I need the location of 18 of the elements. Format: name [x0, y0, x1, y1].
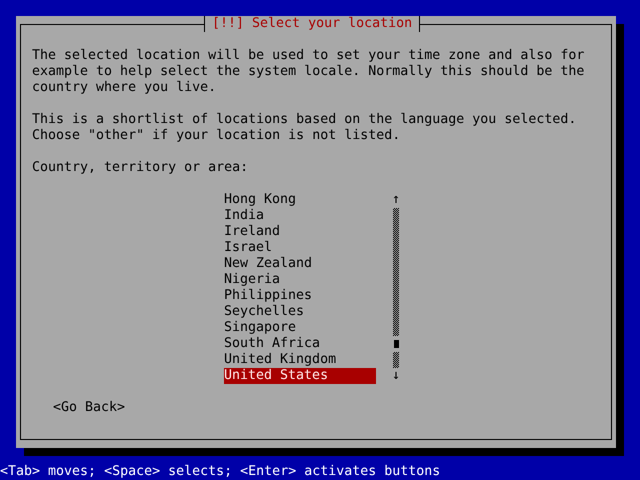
country-item[interactable]: Seychelles [224, 304, 376, 320]
description-text: This is a shortlist of locations based on the language you selected. Choose "other" if your location is not listed. [32, 112, 578, 144]
list-label: Country, territory or area: [32, 160, 250, 176]
country-item[interactable]: India [224, 208, 376, 224]
country-item[interactable]: Singapore [224, 320, 376, 336]
dialog-title: [!!] Select your location [204, 16, 420, 32]
country-item[interactable]: Hong Kong [224, 192, 376, 208]
country-item[interactable]: Ireland [224, 224, 376, 240]
go-back-button[interactable]: <Go Back> [53, 400, 126, 416]
country-item[interactable]: United States [224, 368, 376, 384]
country-item[interactable]: Israel [224, 240, 376, 256]
country-item[interactable]: New Zealand [224, 256, 376, 272]
status-hint: <Tab> moves; <Space> selects; <Enter> activates buttons [0, 464, 440, 479]
country-item[interactable]: Nigeria [224, 272, 376, 288]
description-text: The selected location will be used to set your time zone and also for example to help select the system locale. Normally this should be the country where you live. [32, 48, 586, 96]
country-item[interactable]: Philippines [224, 288, 376, 304]
country-item[interactable]: South Africa [224, 336, 376, 352]
country-item[interactable]: United Kingdom [224, 352, 376, 368]
